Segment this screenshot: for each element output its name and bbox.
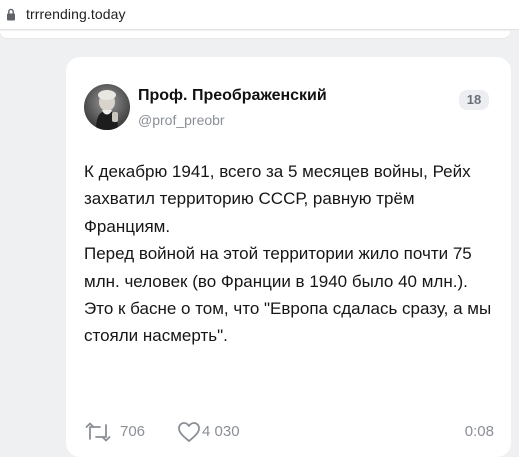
post-text: К декабрю 1941, всего за 5 месяцев войны… xyxy=(84,158,504,350)
heart-icon[interactable] xyxy=(177,421,201,443)
post-actions: 706 4 030 0:08 xyxy=(84,418,494,446)
post-paragraph: Перед войной на этой территории жило поч… xyxy=(84,244,472,291)
retweet-icon[interactable] xyxy=(84,421,112,443)
post-time[interactable]: 0:08 xyxy=(465,423,494,440)
author-name[interactable]: Проф. Преображенский xyxy=(138,87,327,105)
count-badge: 18 xyxy=(459,90,489,110)
lock-icon xyxy=(7,8,15,21)
post-paragraph: К декабрю 1941, всего за 5 месяцев войны… xyxy=(84,162,471,236)
retweet-count: 706 xyxy=(120,423,146,440)
previous-post-card xyxy=(0,31,510,38)
address-bar[interactable]: trrrending.today xyxy=(0,0,519,30)
url-text: trrrending.today xyxy=(26,6,126,22)
avatar[interactable] xyxy=(84,84,130,130)
like-count: 4 030 xyxy=(202,423,240,440)
post-card[interactable]: Проф. Преображенский @prof_preobr 18 К д… xyxy=(66,57,511,457)
post-paragraph: Это к басне о том, что "Европа сдалась с… xyxy=(84,299,492,346)
author-handle[interactable]: @prof_preobr xyxy=(138,112,225,128)
